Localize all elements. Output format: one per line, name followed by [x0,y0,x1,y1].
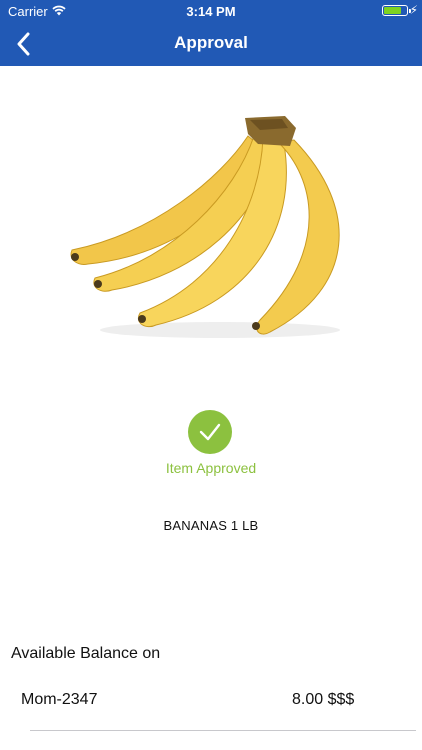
navigation-bar: Approval [0,22,422,66]
status-bar: Carrier 3:14 PM ⚡ [0,0,422,22]
app-header: Carrier 3:14 PM ⚡ Approval [0,0,422,66]
product-image [70,116,340,338]
battery-level [384,7,401,14]
account-balance: 8.00 $$$ [292,691,355,708]
account-row[interactable]: Mom-2347 8.00 $$$ [0,682,422,731]
item-name: BANANAS 1 LB [163,518,259,533]
row-divider [30,730,416,731]
balance-heading: Available Balance on [11,645,161,662]
page-title: Approval [174,33,248,52]
approval-status: Item Approved [165,460,257,476]
battery-icon [382,5,411,16]
account-name: Mom-2347 [21,691,98,708]
check-icon [188,410,232,454]
charging-icon: ⚡ [409,3,418,17]
status-time: 3:14 PM [186,4,236,19]
